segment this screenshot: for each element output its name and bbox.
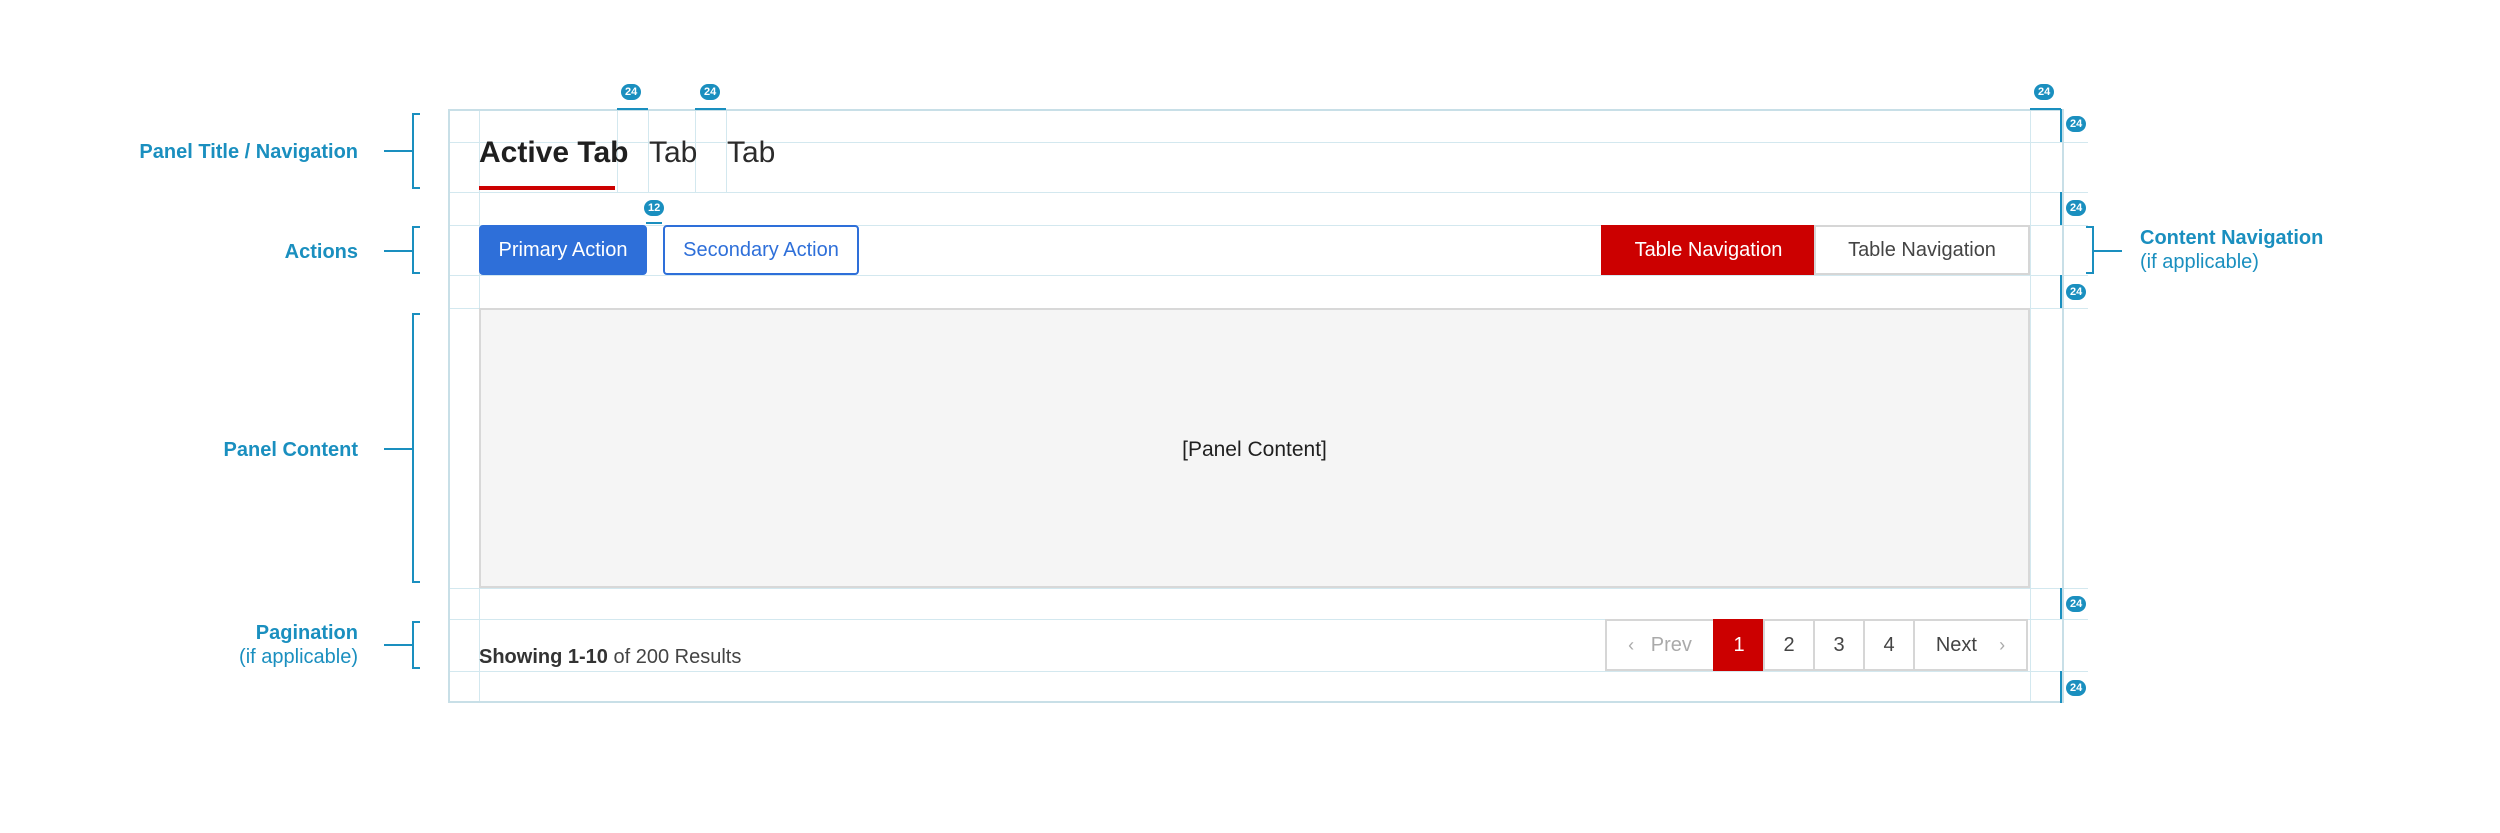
next-label: Next [1935,634,1977,656]
label-pagination-title: Pagination [255,622,358,644]
spacing-badge: 24 [2034,84,2055,100]
results-summary: Showing 1-10 of 200 Results [479,646,741,669]
label-pagination-sub: (if applicable) [239,646,358,668]
chevron-right-icon: › [1999,635,2006,655]
label-content-navigation: Content Navigation (if applicable) [2140,226,2323,274]
pagination-control: ‹ Prev 1 2 3 4 Next › [1605,619,2028,671]
spacing-badge: 24 [2066,596,2087,612]
label-panel-title: Panel Title / Navigation [139,141,358,163]
bracket-actions [412,226,420,274]
spacing-badge: 24 [700,84,721,100]
active-tab-underline [479,186,615,190]
bracket-panel-content [412,313,420,583]
bracket-content-navigation [2086,226,2094,274]
tab-3[interactable]: Tab [727,133,775,173]
spacing-badge: 12 [644,200,665,216]
table-navigation-inactive[interactable]: Table Navigation [1814,225,2030,275]
spacing-badge: 24 [2066,680,2087,696]
spacing-badge: 24 [2066,284,2087,300]
table-navigation-active[interactable]: Table Navigation [1601,225,1816,275]
page-button-4[interactable]: 4 [1863,619,1915,671]
prev-label: Prev [1650,634,1692,656]
page-button-3[interactable]: 3 [1813,619,1865,671]
prev-page-button[interactable]: ‹ Prev [1605,619,1715,671]
label-content-navigation-title: Content Navigation [2140,227,2324,249]
page-button-1[interactable]: 1 [1713,619,1765,671]
label-pagination: Pagination (if applicable) [38,621,358,669]
label-actions: Actions [284,241,358,263]
secondary-action-button[interactable]: Secondary Action [663,225,859,275]
label-panel-content: Panel Content [223,439,358,461]
bracket-panel-title [412,113,420,189]
results-range: Showing 1-10 [479,646,608,668]
spacing-badge: 24 [621,84,642,100]
tab-active[interactable]: Active Tab [479,133,629,173]
panel-content-placeholder: [Panel Content] [1182,438,1327,461]
page-button-2[interactable]: 2 [1763,619,1815,671]
results-total: of 200 Results [613,646,742,668]
primary-action-button[interactable]: Primary Action [479,225,647,275]
tab-2[interactable]: Tab [649,133,697,173]
next-page-button[interactable]: Next › [1913,619,2028,671]
panel-content-area: [Panel Content] [479,308,2030,588]
spacing-badge: 24 [2066,116,2087,132]
spacing-badge: 24 [2066,200,2087,216]
chevron-left-icon: ‹ [1628,635,1635,655]
label-content-navigation-sub: (if applicable) [2140,251,2259,273]
bracket-pagination [412,621,420,669]
